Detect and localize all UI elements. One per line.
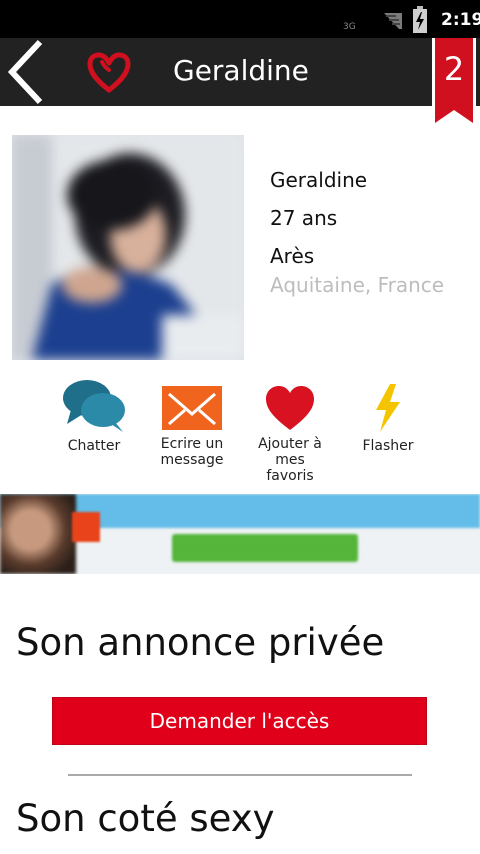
sexy-side-title: Son coté sexy (16, 797, 275, 840)
network-type: 3G (343, 22, 356, 32)
ad-banner-button (172, 534, 358, 562)
lightning-icon (376, 384, 400, 432)
notification-count[interactable]: 2 (432, 50, 476, 88)
ad-banner-image (0, 494, 76, 574)
status-bar: 3G 2:19 (0, 0, 480, 38)
chat-action[interactable]: Chatter (46, 378, 142, 454)
profile-region: Aquitaine, France (270, 273, 445, 297)
clock: 2:19 (441, 10, 480, 30)
flash-action[interactable]: Flasher (340, 378, 436, 454)
ad-banner-badge (72, 512, 100, 542)
flash-action-label: Flasher (362, 438, 414, 454)
battery-charging-icon (413, 6, 427, 33)
heart-logo-icon (87, 52, 131, 93)
chat-action-label: Chatter (67, 438, 121, 454)
private-ad-title: Son annonce privée (16, 621, 385, 664)
envelope-icon (162, 386, 222, 430)
write-message-action[interactable]: Ecrire un message (144, 378, 240, 468)
profile-name: Geraldine (270, 168, 368, 192)
add-favorite-action[interactable]: Ajouter à mes favoris (242, 378, 338, 484)
write-message-label: Ecrire un message (160, 436, 224, 468)
profile-age: 27 ans (270, 206, 338, 230)
section-divider (68, 774, 412, 776)
profile-city: Arès (270, 244, 315, 268)
back-chevron-icon[interactable] (4, 38, 52, 106)
profile-photo[interactable] (12, 135, 244, 360)
add-favorite-label: Ajouter à mes favoris (258, 436, 322, 484)
profile-photo-image (12, 135, 244, 360)
app-header: Geraldine (0, 38, 480, 106)
signal-icon (384, 13, 402, 29)
header-title: Geraldine (173, 54, 309, 87)
ad-banner[interactable] (0, 494, 480, 574)
heart-icon (266, 386, 314, 430)
chat-bubbles-icon (63, 380, 125, 432)
request-access-button[interactable]: Demander l'accès (52, 697, 427, 745)
